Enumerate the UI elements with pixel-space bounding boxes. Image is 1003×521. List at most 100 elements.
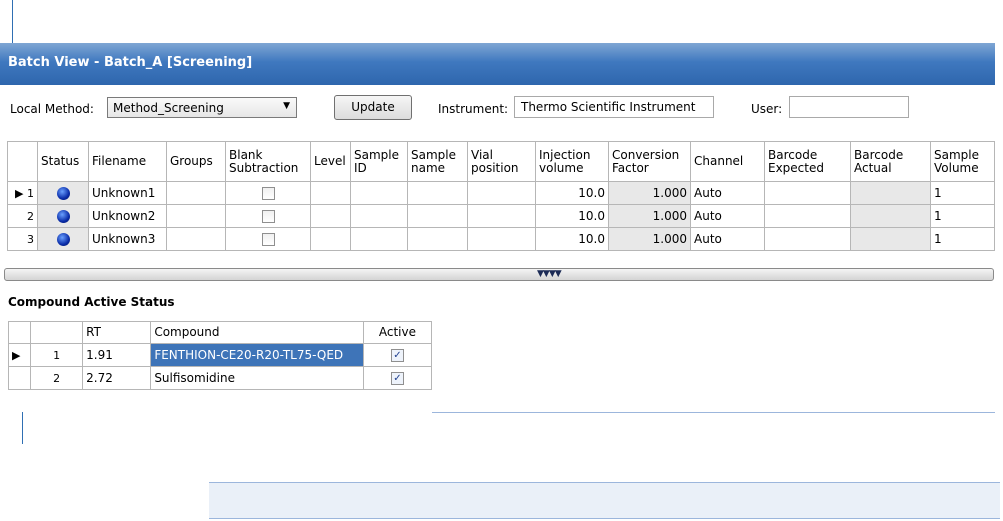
injection-volume-cell[interactable]: 10.0 [535, 227, 609, 251]
conversion-factor-cell[interactable]: 1.000 [608, 181, 691, 205]
col-header-sample-id[interactable]: Sample ID [350, 141, 408, 182]
row-header[interactable]: ▶ [7, 343, 32, 367]
channel-cell[interactable]: Auto [690, 181, 765, 205]
sample-name-cell[interactable] [407, 227, 468, 251]
status-cell[interactable] [37, 204, 89, 228]
conversion-factor-cell[interactable]: 1.000 [608, 204, 691, 228]
channel-cell[interactable]: Auto [690, 227, 765, 251]
splitter-arrows-icon: ▼▼▼▼ [537, 269, 562, 279]
col-header-barcode-expected[interactable]: Barcode Expected [764, 141, 851, 182]
status-dot-icon [56, 187, 70, 200]
col-header-level[interactable]: Level [310, 141, 351, 182]
col-header-filename[interactable]: Filename [88, 141, 167, 182]
conversion-factor-cell[interactable]: 1.000 [608, 227, 691, 251]
level-cell[interactable] [310, 227, 351, 251]
col-header-channel[interactable]: Channel [690, 141, 765, 182]
update-button[interactable]: Update [334, 95, 412, 120]
injection-volume-cell[interactable]: 10.0 [535, 181, 609, 205]
barcode-expected-cell[interactable] [764, 181, 851, 205]
channel-cell[interactable]: Auto [690, 204, 765, 228]
blank-subtraction-checkbox[interactable] [261, 210, 275, 223]
compound-cell[interactable]: Sulfisomidine [150, 366, 364, 390]
groups-cell[interactable] [166, 227, 226, 251]
col-header-status[interactable]: Status [37, 141, 89, 182]
barcode-actual-cell[interactable] [850, 181, 931, 205]
col-header-sample-name[interactable]: Sample name [407, 141, 468, 182]
groups-cell[interactable] [166, 181, 226, 205]
active-checkbox[interactable]: ✓ [390, 349, 404, 362]
user-field[interactable] [789, 96, 909, 118]
col-header-compound[interactable]: Compound [150, 321, 364, 344]
groups-cell[interactable] [166, 204, 226, 228]
blank-subtraction-checkbox[interactable] [261, 233, 275, 246]
sample-id-cell[interactable] [350, 227, 408, 251]
table-row[interactable]: 2 Unknown2 10.0 1.000 Auto 1 [7, 204, 995, 228]
instrument-field[interactable]: Thermo Scientific Instrument [514, 96, 714, 118]
col-header-injection-volume[interactable]: Injection volume [535, 141, 609, 182]
row-header[interactable] [7, 366, 32, 390]
compound-active-status-title: Compound Active Status [8, 295, 175, 309]
blank-subtraction-checkbox[interactable] [261, 187, 275, 200]
window-title: Batch View - Batch_A [Screening] [8, 55, 253, 70]
local-method-label: Local Method: [10, 102, 94, 116]
col-header-blank-subtraction[interactable]: Blank Subtraction [225, 141, 311, 182]
filename-cell[interactable]: Unknown2 [88, 204, 167, 228]
rt-cell[interactable]: 1.91 [82, 343, 152, 367]
sample-id-cell[interactable] [350, 181, 408, 205]
level-cell[interactable] [310, 204, 351, 228]
blank-subtraction-cell[interactable] [225, 227, 311, 251]
row-header-corner [7, 141, 38, 182]
blank-subtraction-cell[interactable] [225, 181, 311, 205]
col-header-sample-volume[interactable]: Sample Volume [930, 141, 995, 182]
filename-cell[interactable]: Unknown3 [88, 227, 167, 251]
col-header-groups[interactable]: Groups [166, 141, 226, 182]
blank-subtraction-cell[interactable] [225, 204, 311, 228]
active-checkbox[interactable]: ✓ [390, 372, 404, 385]
col-header-active[interactable]: Active [362, 321, 433, 344]
col-header-conversion-factor[interactable]: Conversion Factor [608, 141, 691, 182]
barcode-expected-cell[interactable] [764, 227, 851, 251]
active-cell[interactable]: ✓ [362, 343, 433, 367]
status-cell[interactable] [37, 181, 89, 205]
row-number: 1 [30, 343, 84, 367]
sample-volume-cell[interactable]: 1 [930, 181, 995, 205]
col-header-barcode-actual[interactable]: Barcode Actual [850, 141, 931, 182]
samples-grid: Status Filename Groups Blank Subtraction… [7, 141, 995, 251]
status-dot-icon [56, 233, 70, 246]
vial-position-cell[interactable] [467, 227, 536, 251]
level-cell[interactable] [310, 181, 351, 205]
injection-volume-cell[interactable]: 10.0 [535, 204, 609, 228]
compound-cell[interactable]: FENTHION-CE20-R20-TL75-QED [150, 343, 364, 367]
current-row-arrow-icon: ▶ [15, 186, 24, 200]
sample-volume-cell[interactable]: 1 [930, 204, 995, 228]
vial-position-cell[interactable] [467, 181, 536, 205]
status-cell[interactable] [37, 227, 89, 251]
user-label: User: [751, 102, 783, 116]
chevron-down-icon: ▼ [283, 101, 290, 111]
panel-splitter[interactable]: ▼▼▼▼ [4, 268, 994, 281]
row-header[interactable]: ▶ 1 [7, 181, 38, 205]
sample-name-cell[interactable] [407, 204, 468, 228]
filename-cell[interactable]: Unknown1 [88, 181, 167, 205]
status-dot-icon [56, 210, 70, 223]
active-cell[interactable]: ✓ [362, 366, 433, 390]
col-header-vial-position[interactable]: Vial position [467, 141, 536, 182]
col-header-rt[interactable]: RT [82, 321, 152, 344]
row-header[interactable]: 3 [7, 227, 38, 251]
vial-position-cell[interactable] [467, 204, 536, 228]
compounds-grid: RT Compound Active ▶ 1 1.91 FENTHION-CE2… [7, 321, 433, 390]
sample-volume-cell[interactable]: 1 [930, 227, 995, 251]
sample-id-cell[interactable] [350, 204, 408, 228]
table-row[interactable]: 2 2.72 Sulfisomidine ✓ [7, 366, 433, 390]
sample-name-cell[interactable] [407, 181, 468, 205]
barcode-actual-cell[interactable] [850, 204, 931, 228]
barcode-actual-cell[interactable] [850, 227, 931, 251]
row-num-header [30, 321, 84, 344]
row-header[interactable]: 2 [7, 204, 38, 228]
table-row[interactable]: ▶ 1 Unknown1 10.0 1.000 Auto 1 [7, 181, 995, 205]
barcode-expected-cell[interactable] [764, 204, 851, 228]
table-row[interactable]: 3 Unknown3 10.0 1.000 Auto 1 [7, 227, 995, 251]
local-method-dropdown[interactable]: Method_Screening ▼ [107, 97, 297, 118]
table-row[interactable]: ▶ 1 1.91 FENTHION-CE20-R20-TL75-QED ✓ [7, 343, 433, 367]
rt-cell[interactable]: 2.72 [82, 366, 152, 390]
